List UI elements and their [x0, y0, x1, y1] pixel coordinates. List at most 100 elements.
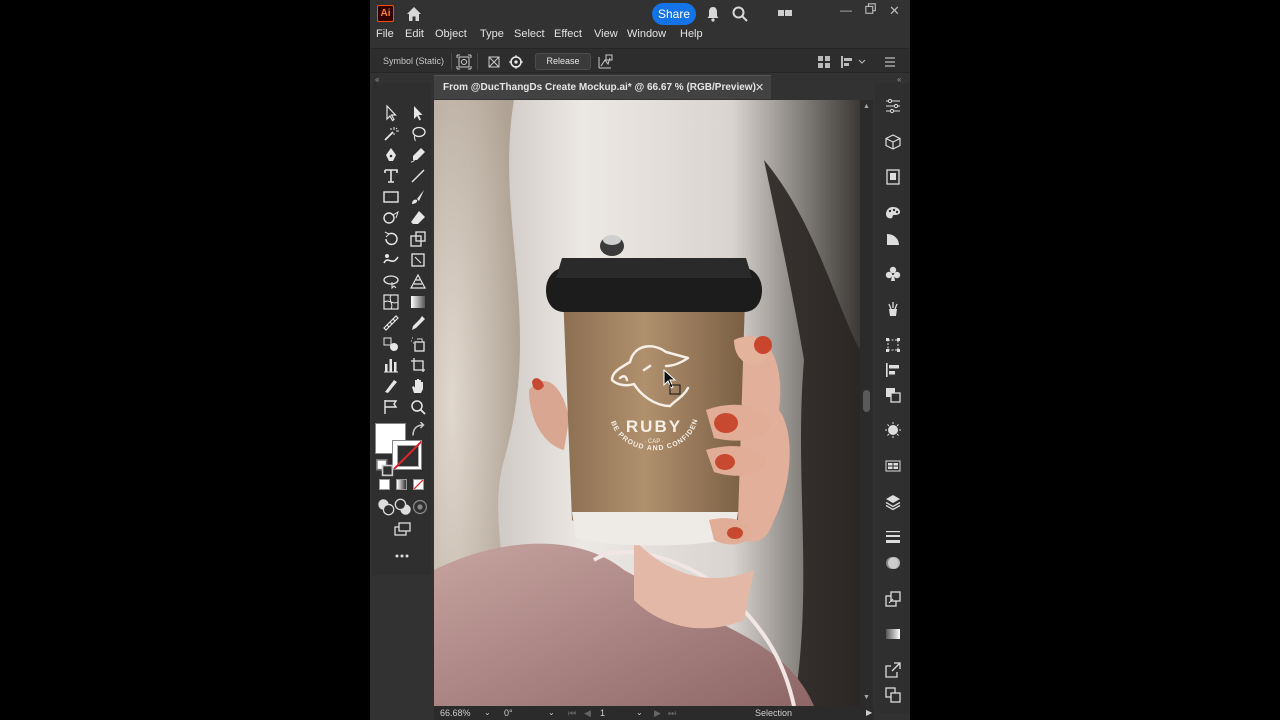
last-artboard-icon[interactable]: ⏭ [668, 708, 676, 719]
menu-select[interactable]: Select [514, 28, 545, 40]
lasso-tool-icon[interactable] [409, 125, 427, 143]
color-mode-button[interactable] [379, 479, 390, 490]
artboard-canvas[interactable]: RUBY · CAP · BE PROUD AND CONFIDENT [434, 100, 860, 706]
align-dropdown-icon[interactable] [839, 54, 867, 70]
scroll-up-icon[interactable]: ▲ [863, 103, 870, 110]
3d-icon[interactable] [884, 133, 902, 151]
hand-tool-icon[interactable] [409, 377, 427, 395]
zoom-level[interactable]: 66.68% [440, 708, 471, 718]
brushes-icon[interactable] [884, 300, 902, 318]
symbols-icon[interactable] [884, 265, 902, 283]
share-button[interactable]: Share [652, 3, 696, 25]
reset-icon[interactable] [508, 54, 524, 70]
search-icon[interactable] [730, 4, 750, 24]
artboards-icon[interactable] [884, 686, 902, 704]
symbol-sprayer-tool-icon[interactable] [409, 335, 427, 353]
slice-tool-icon[interactable] [382, 377, 400, 395]
stroke-color-swatch[interactable] [392, 440, 422, 470]
print-tiling-tool-icon[interactable] [382, 398, 400, 416]
blend-tool-icon[interactable] [382, 335, 400, 353]
curvature-tool-icon[interactable] [409, 146, 427, 164]
direct-selection-tool-icon[interactable] [409, 104, 427, 122]
rotation-dropdown-icon[interactable]: ⌄ [548, 708, 555, 717]
align-icon[interactable] [884, 361, 902, 379]
properties-icon[interactable] [884, 97, 902, 115]
menu-window[interactable]: Window [627, 28, 666, 40]
prev-artboard-icon[interactable]: ◀ [584, 708, 591, 719]
default-fill-stroke-icon[interactable] [376, 459, 394, 477]
eyedropper-tool-icon[interactable] [409, 314, 427, 332]
selection-tool-icon[interactable] [382, 104, 400, 122]
menu-view[interactable]: View [594, 28, 618, 40]
perspective-grid-tool-icon[interactable] [409, 272, 427, 290]
panel-menu-icon[interactable] [882, 54, 898, 70]
stroke-icon[interactable] [884, 528, 902, 546]
column-graph-tool-icon[interactable] [382, 356, 400, 374]
release-button[interactable]: Release [535, 53, 591, 70]
menu-object[interactable]: Object [435, 28, 467, 40]
minimize-icon[interactable]: — [840, 3, 852, 17]
warp-tool-icon[interactable] [382, 251, 400, 269]
scale-tool-icon[interactable] [409, 230, 427, 248]
draw-behind-icon[interactable] [394, 498, 411, 515]
transform-icon[interactable] [884, 336, 902, 354]
swap-fill-stroke-icon[interactable] [410, 421, 425, 436]
arrange-icon[interactable] [816, 54, 832, 70]
rotate-tool-icon[interactable] [382, 230, 400, 248]
scroll-thumb[interactable] [863, 390, 870, 412]
gradient-mode-button[interactable] [396, 479, 407, 490]
home-icon[interactable] [404, 4, 424, 24]
vertical-scrollbar[interactable]: ▲ ▼ [860, 100, 873, 706]
draw-inside-icon[interactable] [411, 498, 428, 515]
magic-wand-tool-icon[interactable] [382, 125, 400, 143]
shape-builder-tool-icon[interactable] [382, 272, 400, 290]
artboard-number[interactable]: 1 [600, 708, 605, 718]
rectangle-tool-icon[interactable] [382, 188, 400, 206]
next-artboard-icon[interactable]: ▶ [654, 708, 661, 719]
status-menu-icon[interactable]: ▶ [866, 708, 872, 717]
line-tool-icon[interactable] [409, 167, 427, 185]
draw-normal-icon[interactable] [377, 498, 395, 516]
restore-icon[interactable] [865, 3, 877, 18]
pathfinder-icon[interactable] [884, 386, 902, 404]
graphic-styles-icon[interactable] [884, 457, 902, 475]
menu-type[interactable]: Type [480, 28, 504, 40]
zoom-tool-icon[interactable] [409, 398, 427, 416]
zoom-dropdown-icon[interactable]: ⌄ [484, 708, 491, 717]
close-tab-icon[interactable]: ✕ [755, 81, 764, 94]
transform-each-icon[interactable] [486, 54, 502, 70]
bell-icon[interactable] [703, 4, 723, 24]
export-icon[interactable] [884, 661, 902, 679]
artboard-dropdown-icon[interactable]: ⌄ [636, 708, 643, 717]
free-transform-tool-icon[interactable] [409, 251, 427, 269]
menu-effect[interactable]: Effect [554, 28, 582, 40]
color-guide-icon[interactable] [884, 230, 902, 248]
rotation-value[interactable]: 0° [504, 708, 513, 718]
menu-help[interactable]: Help [680, 28, 703, 40]
measure-tool-icon[interactable] [382, 314, 400, 332]
screen-mode-icon[interactable] [393, 520, 411, 538]
more-tools-icon[interactable] [393, 547, 411, 565]
none-mode-button[interactable] [413, 479, 424, 490]
first-artboard-icon[interactable]: ⏮ [568, 708, 576, 719]
menu-edit[interactable]: Edit [405, 28, 424, 40]
gradient-tool-icon[interactable] [409, 293, 427, 311]
workspace-icon[interactable] [775, 4, 795, 24]
menu-file[interactable]: File [376, 28, 394, 40]
type-tool-icon[interactable] [382, 167, 400, 185]
paintbrush-tool-icon[interactable] [409, 188, 427, 206]
artboard-tool-icon[interactable] [409, 356, 427, 374]
replace-symbol-icon[interactable] [597, 54, 613, 70]
asset-export-icon[interactable] [884, 590, 902, 608]
eraser-tool-icon[interactable] [409, 209, 427, 227]
close-icon[interactable]: ✕ [889, 3, 900, 19]
pen-tool-icon[interactable] [382, 146, 400, 164]
layers-icon[interactable] [884, 493, 902, 511]
transparency-icon[interactable] [884, 554, 902, 572]
shaper-tool-icon[interactable] [382, 209, 400, 227]
document-tab[interactable]: From @DucThangDs Create Mockup.ai* @ 66.… [434, 75, 771, 99]
libraries-icon[interactable] [884, 168, 902, 186]
edit-symbol-icon[interactable] [456, 54, 472, 70]
appearance-icon[interactable] [884, 421, 902, 439]
color-icon[interactable] [884, 204, 902, 222]
